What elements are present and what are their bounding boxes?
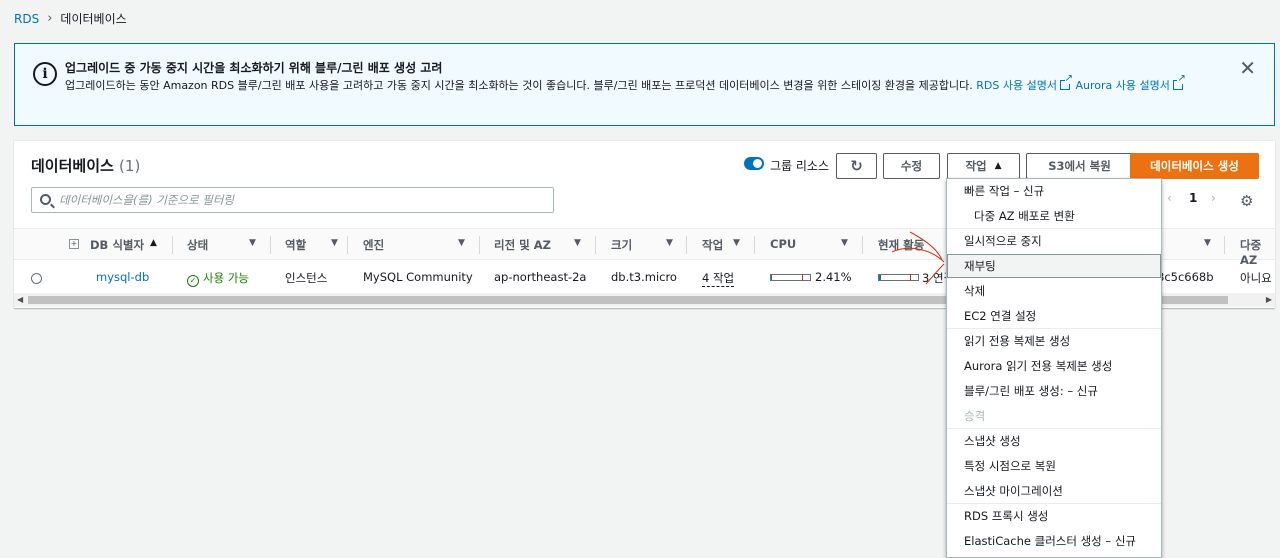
column-divider	[270, 236, 271, 254]
connections-bar-fill	[879, 275, 881, 280]
next-page-icon[interactable]: ›	[1211, 191, 1216, 205]
external-link-icon	[1059, 74, 1073, 90]
multi-az-cell: 아니요	[1240, 271, 1272, 285]
col-actions[interactable]: 작업	[702, 237, 723, 253]
check-circle-icon: ✓	[187, 275, 199, 287]
expand-all-icon[interactable]: +	[69, 239, 79, 249]
filter-input[interactable]	[59, 191, 539, 209]
actions-label: 작업	[965, 159, 987, 173]
cpu-cell: 2.41%	[815, 270, 852, 284]
sort-icon[interactable]: ▼	[841, 238, 848, 248]
column-divider	[754, 236, 755, 254]
sort-icon[interactable]: ▼	[574, 238, 581, 248]
info-banner: i 업그레이드 중 가동 중지 시간을 최소화하기 위해 블루/그린 배포 생성…	[14, 43, 1275, 126]
status-text: 사용 가능	[203, 271, 249, 285]
connections-bar	[878, 274, 919, 281]
banner-title: 업그레이드 중 가동 중지 시간을 최소화하기 위해 블루/그린 배포 생성 고…	[65, 61, 443, 75]
breadcrumb-current: 데이터베이스	[60, 12, 127, 26]
engine-cell: MySQL Community	[363, 270, 473, 284]
sort-icon[interactable]: ▼	[1204, 238, 1211, 248]
cpu-threshold-mark	[802, 274, 803, 281]
sort-icon[interactable]: ▼	[249, 238, 256, 248]
menu-item-ec2-connection[interactable]: EC2 연결 설정	[947, 304, 1161, 328]
menu-item-promote: 승격	[964, 409, 986, 423]
filter-search	[31, 187, 554, 213]
scroll-left-icon[interactable]: ◀	[17, 295, 23, 304]
banner-body: 업그레이드하는 동안 Amazon RDS 블루/그린 배포 사용을 고려하고 …	[65, 74, 1235, 94]
refresh-button[interactable]: ↻	[836, 153, 877, 179]
group-resources-toggle[interactable]	[744, 157, 764, 170]
col-region[interactable]: 리전 및 AZ	[494, 237, 551, 253]
breadcrumb-rds-link[interactable]: RDS	[14, 12, 39, 26]
column-divider	[172, 236, 173, 254]
db-id-link[interactable]: mysql-db	[96, 270, 149, 284]
database-count: (1)	[119, 157, 141, 175]
menu-item-create-rds-proxy[interactable]: RDS 프록시 생성	[947, 504, 1161, 528]
col-status[interactable]: 상태	[187, 237, 208, 253]
caret-up-icon: ▲	[994, 161, 1002, 171]
create-database-button[interactable]: 데이터베이스 생성	[1130, 153, 1259, 179]
menu-item-migrate-snapshot[interactable]: 스냅샷 마이그레이션	[947, 479, 1161, 503]
menu-item-reboot[interactable]: 재부팅	[947, 254, 1161, 278]
gear-icon[interactable]: ⚙	[1240, 192, 1253, 210]
refresh-icon: ↻	[850, 157, 863, 175]
banner-text: 업그레이드하는 동안 Amazon RDS 블루/그린 배포 사용을 고려하고 …	[65, 79, 973, 92]
group-resources-label: 그룹 리소스	[770, 159, 830, 173]
menu-item-delete[interactable]: 삭제	[947, 279, 1161, 303]
sort-icon[interactable]: ▼	[331, 238, 338, 248]
chevron-right-icon: ›	[47, 11, 53, 26]
info-icon: i	[33, 62, 57, 86]
region-cell: ap-northeast-2a	[494, 270, 587, 284]
cpu-bar	[770, 274, 811, 281]
menu-item-create-read-replica[interactable]: 읽기 전용 복제본 생성	[947, 329, 1161, 353]
status-cell: ✓ 사용 가능	[187, 270, 249, 287]
scroll-right-icon[interactable]: ▶	[1266, 295, 1272, 304]
menu-item-convert-multi-az[interactable]: 다중 AZ 배포로 변환	[947, 204, 1161, 228]
col-size[interactable]: 크기	[611, 237, 632, 253]
menu-item-create-elasticache[interactable]: ElastiCache 클러스터 생성 – 신규	[947, 529, 1161, 553]
prev-page-icon[interactable]: ‹	[1167, 191, 1172, 205]
column-divider	[347, 236, 348, 254]
column-divider	[595, 236, 596, 254]
menu-item-stop-temporarily[interactable]: 일시적으로 중지	[947, 229, 1161, 253]
size-cell: db.t3.micro	[611, 270, 677, 284]
aurora-guide-link[interactable]: Aurora 사용 설명서	[1075, 79, 1169, 92]
col-db-id[interactable]: DB 식별자	[90, 237, 144, 253]
cpu-bar-fill	[771, 275, 772, 280]
col-current-activity[interactable]: 현재 활동	[878, 237, 924, 253]
menu-item-quick-actions[interactable]: 빠른 작업 – 신규	[947, 179, 1161, 203]
menu-item-create-aurora-replica[interactable]: Aurora 읽기 전용 복제본 생성	[947, 354, 1161, 378]
page-number[interactable]: 1	[1189, 191, 1197, 205]
modify-button[interactable]: 수정	[883, 153, 940, 179]
column-divider	[862, 236, 863, 254]
sort-asc-icon[interactable]: ▲	[150, 238, 157, 248]
col-cpu[interactable]: CPU	[770, 237, 796, 251]
panel-title: 데이터베이스 (1)	[31, 155, 140, 176]
search-icon	[40, 194, 51, 205]
column-divider	[1224, 236, 1225, 254]
external-link-icon	[1172, 74, 1186, 90]
col-role[interactable]: 역할	[285, 237, 306, 253]
sort-icon[interactable]: ▼	[666, 238, 673, 248]
menu-item-restore-point-in-time[interactable]: 특정 시점으로 복원	[947, 454, 1161, 478]
column-divider	[686, 236, 687, 254]
role-cell: 인스턴스	[285, 271, 328, 285]
rds-guide-link[interactable]: RDS 사용 설명서	[976, 79, 1057, 92]
column-divider	[479, 236, 480, 254]
row-radio[interactable]	[31, 273, 42, 284]
vpc-cell: 8c5c668b	[1157, 270, 1214, 284]
panel-title-text: 데이터베이스	[31, 157, 114, 175]
col-engine[interactable]: 엔진	[363, 237, 384, 253]
menu-item-create-blue-green[interactable]: 블루/그린 배포 생성: – 신규	[947, 379, 1161, 403]
breadcrumb: RDS › 데이터베이스	[14, 10, 127, 27]
menu-item-take-snapshot[interactable]: 스냅샷 생성	[947, 429, 1161, 453]
sort-icon[interactable]: ▼	[733, 238, 740, 248]
restore-from-s3-button[interactable]: S3에서 복원	[1026, 153, 1133, 179]
actions-button[interactable]: 작업 ▲	[947, 153, 1020, 179]
close-icon[interactable]: ✕	[1239, 56, 1256, 80]
connections-threshold-mark	[910, 274, 911, 281]
actions-cell[interactable]: 4 작업	[702, 270, 735, 287]
actions-dropdown-menu: 빠른 작업 – 신규 다중 AZ 배포로 변환 일시적으로 중지 재부팅 삭제 …	[946, 178, 1162, 558]
sort-icon[interactable]: ▼	[458, 238, 465, 248]
